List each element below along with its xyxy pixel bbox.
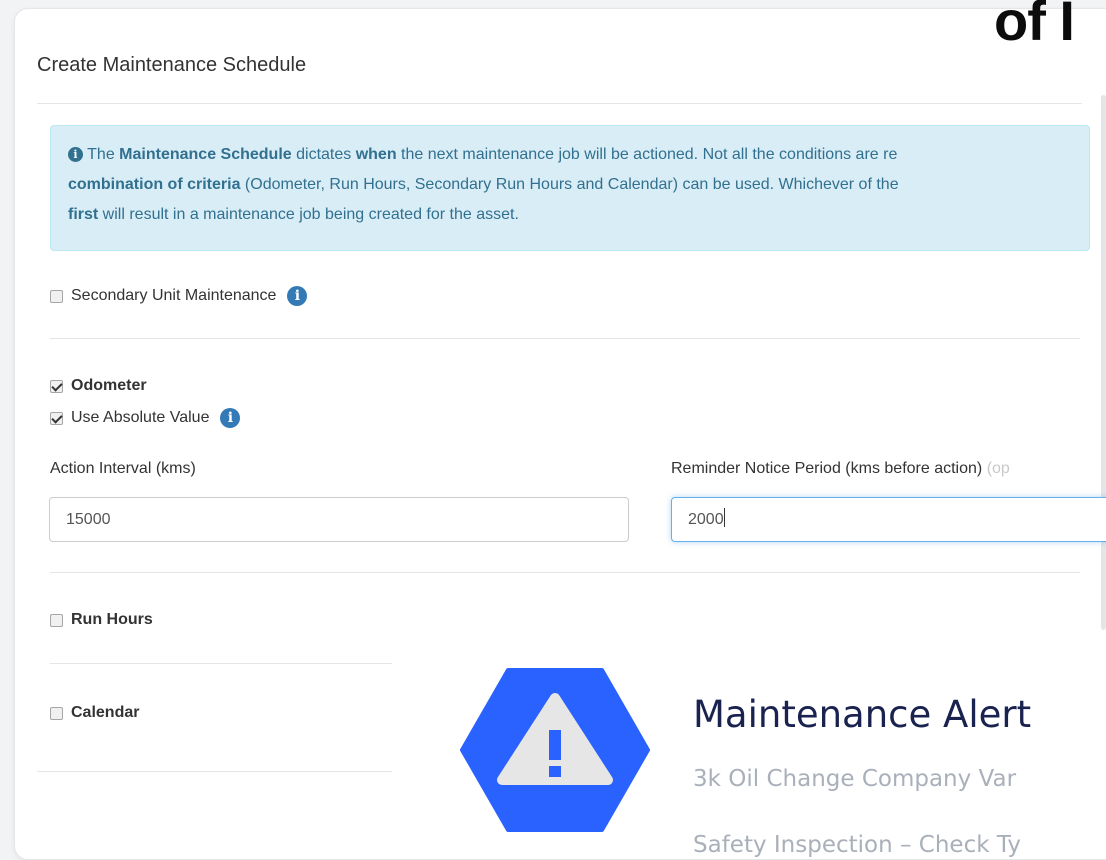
secondary-unit-row: Secondary Unit Maintenance i <box>50 285 308 307</box>
brand-text: of I <box>994 0 1075 52</box>
run-hours-row: Run Hours <box>50 610 153 630</box>
info-circle-icon[interactable]: i <box>220 408 241 428</box>
run-hours-checkbox[interactable] <box>50 613 63 627</box>
secondary-unit-checkbox[interactable] <box>50 289 63 303</box>
info-text-bold: Maintenance Schedule <box>119 146 292 163</box>
calendar-checkbox[interactable] <box>50 706 63 720</box>
info-circle-icon[interactable]: i <box>287 286 308 306</box>
info-text: will result in a maintenance job being c… <box>98 206 519 223</box>
section-divider <box>50 663 392 664</box>
odometer-checkbox[interactable] <box>50 379 63 393</box>
info-text-bold: first <box>68 206 99 223</box>
alert-item[interactable]: Safety Inspection – Check Ty <box>693 832 1021 858</box>
use-absolute-checkbox[interactable] <box>50 411 63 425</box>
reminder-label-text: Reminder Notice Period (kms before actio… <box>671 460 983 477</box>
optional-hint: (op <box>986 460 1010 477</box>
info-alert: i The Maintenance Schedule dictates when… <box>50 125 1090 251</box>
odometer-row: Odometer <box>50 376 147 396</box>
secondary-unit-label: Secondary Unit Maintenance <box>71 287 277 304</box>
title-divider <box>37 103 1082 104</box>
info-text: The <box>87 146 120 163</box>
footer-divider <box>37 771 392 772</box>
use-absolute-label: Use Absolute Value <box>71 409 210 426</box>
alert-item[interactable]: 3k Oil Change Company Var <box>693 766 1016 792</box>
section-divider <box>50 572 1080 573</box>
warning-badge <box>460 668 650 832</box>
absolute-value-row: Use Absolute Value i <box>50 407 241 429</box>
info-text: dictates <box>291 146 356 163</box>
reminder-label: Reminder Notice Period (kms before actio… <box>671 460 1010 478</box>
modal-title: Create Maintenance Schedule <box>37 54 307 76</box>
reminder-value: 2000 <box>688 511 724 528</box>
calendar-label: Calendar <box>71 704 140 721</box>
run-hours-label: Run Hours <box>71 611 153 628</box>
calendar-row: Calendar <box>50 703 139 723</box>
alert-title: Maintenance Alert <box>693 693 1032 736</box>
section-divider <box>50 338 1080 339</box>
text-caret <box>723 508 725 527</box>
odometer-label: Odometer <box>71 377 147 394</box>
action-interval-label: Action Interval (kms) <box>50 460 196 477</box>
reminder-input[interactable]: 2000 <box>671 497 1106 542</box>
scrollbar[interactable] <box>1101 95 1106 630</box>
info-text: (Odometer, Run Hours, Secondary Run Hour… <box>240 176 899 193</box>
action-interval-input[interactable]: 15000 <box>49 497 629 542</box>
info-text-bold: when <box>355 146 397 163</box>
info-text: the next maintenance job will be actione… <box>396 146 898 163</box>
info-text-bold: combination of criteria <box>68 176 241 193</box>
info-circle-icon: i <box>68 147 83 162</box>
